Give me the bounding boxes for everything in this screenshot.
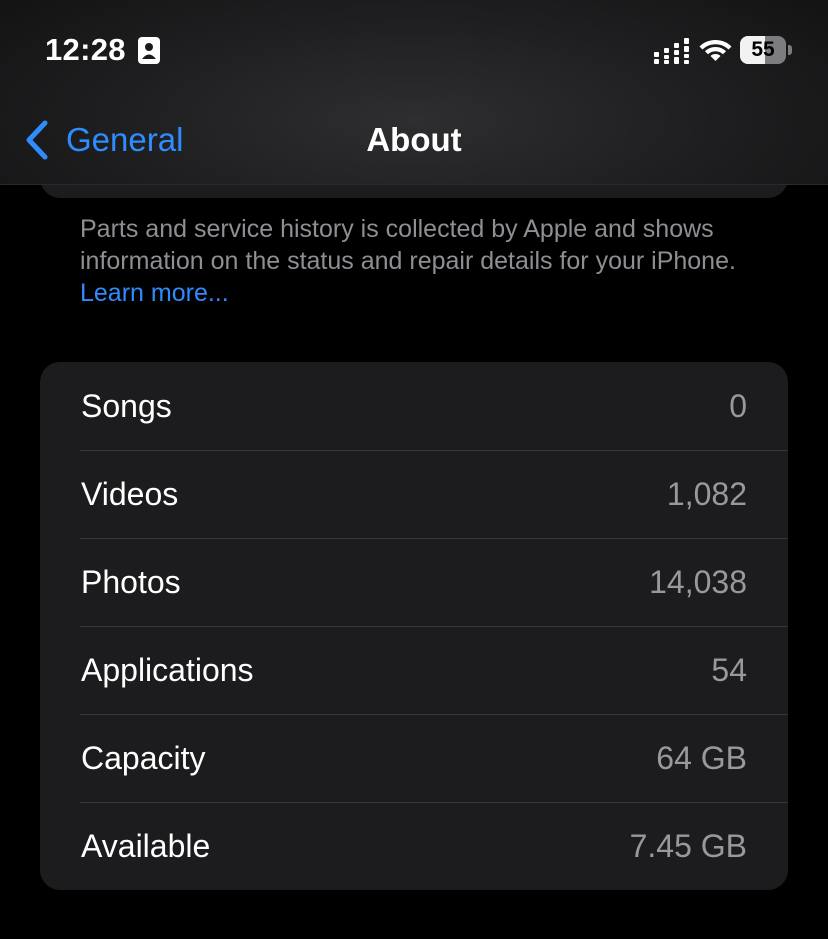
stats-row-label: Photos (81, 563, 181, 600)
battery-percentage: 55 (751, 38, 775, 61)
parts-service-note-text: Parts and service history is collected b… (80, 215, 736, 275)
stats-row-value: 54 (711, 651, 747, 688)
learn-more-link[interactable]: Learn more... (80, 279, 229, 307)
stats-row-label: Videos (81, 475, 179, 512)
stats-row-available: Available 7.45 GB (40, 802, 788, 890)
device-stats-card: Songs 0 Videos 1,082 Photos 14,038 Appli… (40, 362, 788, 890)
contact-card-icon (138, 37, 160, 64)
top-bar: 12:28 55 General About (0, 0, 828, 185)
stats-row-photos: Photos 14,038 (40, 538, 788, 626)
stats-row-songs: Songs 0 (40, 362, 788, 450)
stats-row-label: Applications (81, 651, 254, 688)
stats-row-value: 64 GB (656, 739, 747, 776)
stats-row-videos: Videos 1,082 (40, 450, 788, 538)
wifi-icon (699, 40, 732, 61)
stats-row-value: 14,038 (649, 563, 747, 600)
battery-cap (788, 45, 792, 55)
stats-row-label: Available (81, 827, 211, 864)
stats-row-value: 7.45 GB (629, 827, 747, 864)
battery-icon: 55 (740, 36, 792, 64)
stats-row-value: 1,082 (666, 475, 747, 512)
page-title: About (366, 121, 462, 158)
stats-row-capacity: Capacity 64 GB (40, 714, 788, 802)
status-time: 12:28 (45, 32, 126, 67)
stats-row-label: Capacity (81, 739, 206, 776)
battery-body: 55 (740, 36, 786, 64)
stats-row-value: 0 (729, 387, 747, 424)
parts-service-note: Parts and service history is collected b… (80, 213, 760, 309)
cellular-signal-icon (654, 38, 689, 64)
stats-row-applications: Applications 54 (40, 626, 788, 714)
stats-row-label: Songs (81, 387, 172, 424)
top-bar-divider (0, 184, 828, 185)
